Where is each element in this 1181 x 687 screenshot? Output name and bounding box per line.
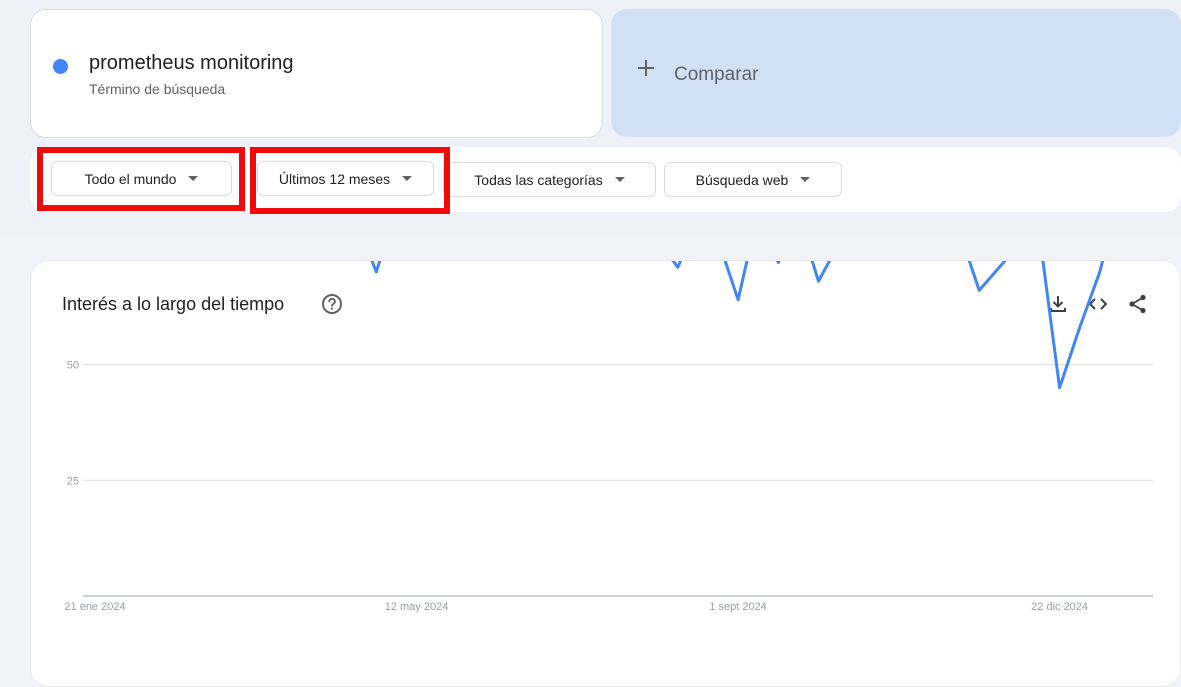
- series-line: [370, 261, 1105, 390]
- plus-icon: [637, 59, 655, 77]
- x-tick-label: 21 ene 2024: [64, 601, 125, 613]
- region-label: Todo el mundo: [84, 170, 177, 187]
- time-range-dropdown[interactable]: Últimos 12 meses: [257, 161, 434, 196]
- interest-over-time-card: Interés a lo largo del tiempo 100755025 …: [30, 260, 1181, 687]
- search-term-card: prometheus monitoring Término de búsqued…: [30, 9, 603, 138]
- compare-button[interactable]: Comparar: [611, 9, 1181, 137]
- series-color-dot: [53, 59, 68, 74]
- caret-down-icon: [614, 177, 625, 182]
- y-tick-label: 50: [67, 360, 79, 372]
- caret-down-icon: [402, 176, 413, 181]
- category-label: Todas las categorías: [474, 171, 603, 188]
- filter-bar: Todo el mundo Últimos 12 meses Todas las…: [30, 147, 1181, 212]
- region-dropdown[interactable]: Todo el mundo: [51, 161, 232, 196]
- x-tick-label: 1 sept 2024: [709, 601, 767, 613]
- caret-down-icon: [800, 177, 811, 182]
- interest-line-chart: 100755025 21 ene 202412 may 20241 sept 2…: [64, 261, 1153, 613]
- search-term-title[interactable]: prometheus monitoring: [89, 52, 294, 75]
- category-dropdown[interactable]: Todas las categorías: [443, 162, 656, 197]
- caret-down-icon: [188, 176, 199, 181]
- x-tick-label: 12 may 2024: [385, 601, 449, 613]
- search-type-dropdown[interactable]: Búsqueda web: [664, 162, 842, 197]
- compare-label: Comparar: [674, 64, 759, 85]
- search-type-label: Búsqueda web: [695, 171, 789, 188]
- x-tick-label: 22 dic 2024: [1031, 601, 1088, 613]
- time-range-label: Últimos 12 meses: [278, 170, 391, 187]
- y-tick-label: 25: [67, 475, 79, 487]
- search-term-subtitle: Término de búsqueda: [89, 81, 226, 97]
